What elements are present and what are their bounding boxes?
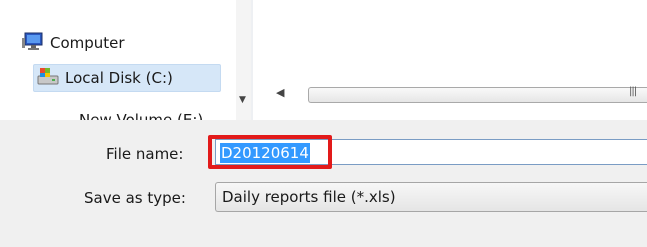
nav-item-local-disk[interactable]: Local Disk (C:)	[33, 64, 221, 92]
browser-area: Computer Local Disk (C:) New Volume (E:)…	[0, 0, 647, 120]
nav-vertical-scrollbar[interactable]: ▼	[236, 0, 251, 120]
nav-item-label: New Volume (E:)	[79, 111, 204, 120]
computer-icon	[22, 32, 44, 54]
navigation-pane[interactable]: Computer Local Disk (C:) New Volume (E:)…	[0, 0, 251, 120]
scroll-down-arrow-icon[interactable]: ▼	[239, 95, 246, 105]
scroll-left-arrow-icon[interactable]: ◀	[276, 86, 284, 99]
nav-item-label: Local Disk (C:)	[65, 69, 173, 87]
nav-item-new-volume[interactable]: New Volume (E:)	[79, 107, 203, 120]
highlight-box	[208, 135, 332, 169]
save-as-type-value[interactable]: Daily reports file (*.xls)	[222, 188, 396, 206]
save-as-type-label: Save as type:	[84, 189, 186, 207]
local-disk-icon	[37, 67, 59, 89]
nav-item-computer[interactable]: Computer	[22, 30, 125, 56]
file-name-label: File name:	[106, 145, 184, 163]
file-list-horizontal-scrollbar[interactable]: ◀ |||	[270, 86, 647, 103]
grip-icon: |||	[629, 86, 637, 97]
pane-divider[interactable]	[251, 0, 253, 120]
nav-item-label: Computer	[50, 34, 125, 52]
scrollbar-thumb[interactable]: |||	[308, 86, 647, 103]
